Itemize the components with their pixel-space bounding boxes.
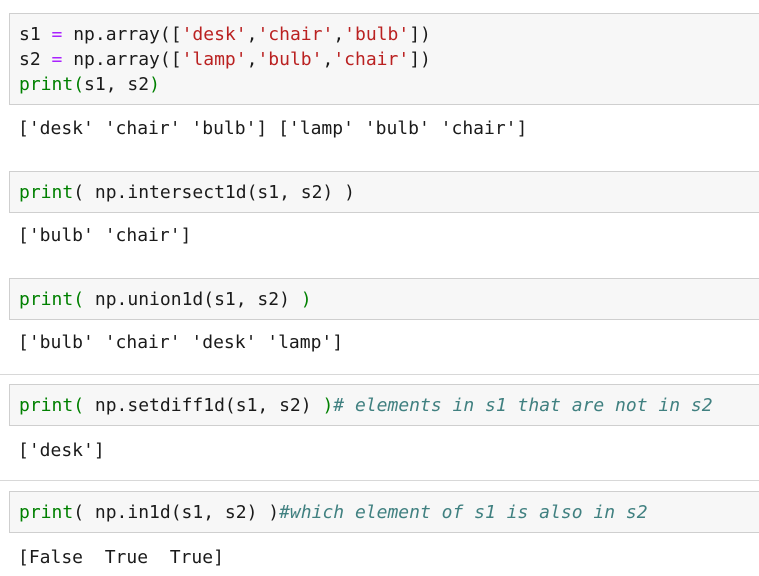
code-token: 'chair' bbox=[333, 49, 410, 70]
code-line: print( np.in1d(s1, s2) )#which element o… bbox=[19, 500, 759, 525]
code-token: np.array([ bbox=[62, 24, 182, 45]
code-token: ]) bbox=[409, 24, 431, 45]
code-cell-input-5[interactable]: print( np.in1d(s1, s2) )#which element o… bbox=[9, 491, 759, 533]
code-token: ) bbox=[322, 395, 334, 416]
code-token: print bbox=[19, 74, 74, 95]
code-token: = bbox=[51, 49, 63, 70]
code-token: ) bbox=[149, 74, 160, 95]
code-token: 'desk' bbox=[181, 24, 247, 45]
code-token: 'lamp' bbox=[181, 49, 247, 70]
code-cell-output-3: ['bulb' 'chair' 'desk' 'lamp'] bbox=[18, 332, 344, 353]
code-cell-output-5: [False True True] bbox=[18, 547, 224, 568]
code-line: s2 = np.array(['lamp','bulb','chair']) bbox=[19, 47, 759, 72]
code-token: print bbox=[19, 289, 74, 310]
code-line: print( np.setdiff1d(s1, s2) )# elements … bbox=[19, 393, 759, 418]
code-token: np.array([ bbox=[62, 49, 182, 70]
code-line: print( np.intersect1d(s1, s2) ) bbox=[19, 180, 759, 205]
code-line: print(s1, s2) bbox=[19, 72, 759, 97]
code-token: , bbox=[246, 49, 258, 70]
cell-separator bbox=[0, 480, 759, 481]
code-token: ]) bbox=[409, 49, 431, 70]
code-token: # elements in s1 that are not in s2 bbox=[333, 395, 713, 416]
code-cell-output-4: ['desk'] bbox=[18, 440, 105, 461]
code-token: ) bbox=[300, 289, 312, 310]
code-cell-input-4[interactable]: print( np.setdiff1d(s1, s2) )# elements … bbox=[9, 384, 759, 426]
code-cell-input-2[interactable]: print( np.intersect1d(s1, s2) ) bbox=[9, 171, 759, 213]
code-token: np.union1d(s1, s2) bbox=[84, 289, 301, 310]
code-token: print bbox=[19, 395, 74, 416]
code-line: print( np.union1d(s1, s2) ) bbox=[19, 287, 759, 312]
cell-separator bbox=[0, 374, 759, 375]
code-cell-input-3[interactable]: print( np.union1d(s1, s2) ) bbox=[9, 278, 759, 320]
code-token: print bbox=[19, 502, 74, 523]
code-token: = bbox=[51, 24, 63, 45]
code-cell-output-2: ['bulb' 'chair'] bbox=[18, 225, 192, 246]
code-token: #which element of s1 is also in s2 bbox=[279, 502, 648, 523]
code-token: ( np.in1d(s1, s2) ) bbox=[73, 502, 280, 523]
code-line: s1 = np.array(['desk','chair','bulb']) bbox=[19, 22, 759, 47]
code-token: 'bulb' bbox=[257, 49, 323, 70]
code-token: ( bbox=[73, 289, 85, 310]
code-token: s1 bbox=[19, 24, 52, 45]
code-token: np.setdiff1d(s1, s2) bbox=[84, 395, 323, 416]
code-token: ( np.intersect1d(s1, s2) ) bbox=[73, 182, 355, 203]
code-token: print bbox=[19, 182, 74, 203]
code-token: , bbox=[322, 49, 334, 70]
code-cell-input-1[interactable]: s1 = np.array(['desk','chair','bulb']) s2… bbox=[9, 13, 759, 105]
code-token: s1, s2 bbox=[84, 74, 150, 95]
code-token: ( bbox=[73, 74, 85, 95]
code-token: s2 bbox=[19, 49, 52, 70]
code-token: 'bulb' bbox=[344, 24, 410, 45]
code-token: 'chair' bbox=[257, 24, 334, 45]
code-token: , bbox=[333, 24, 345, 45]
code-token: , bbox=[246, 24, 258, 45]
code-cell-output-1: ['desk' 'chair' 'bulb'] ['lamp' 'bulb' '… bbox=[18, 118, 528, 139]
code-token: ( bbox=[73, 395, 85, 416]
